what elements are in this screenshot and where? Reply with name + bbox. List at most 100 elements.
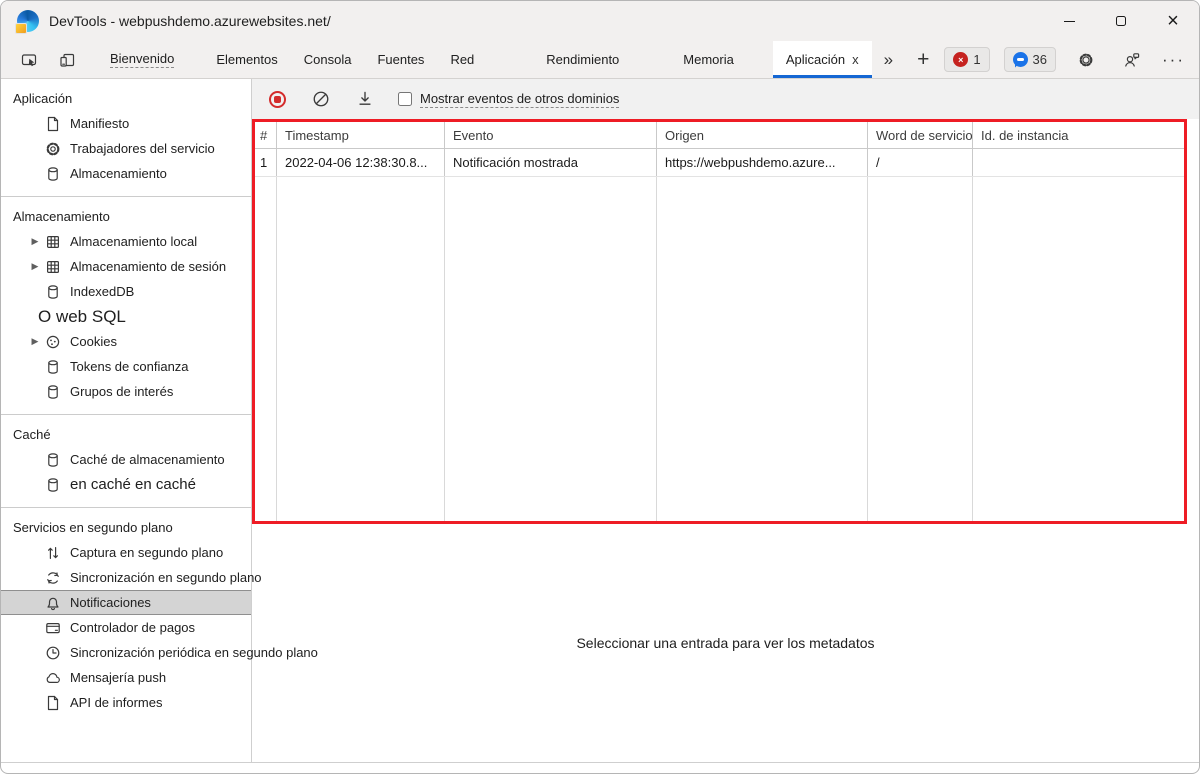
- show-other-domains-checkbox[interactable]: [398, 92, 412, 106]
- sidebar-item-api-de-informes[interactable]: API de informes: [1, 690, 251, 715]
- cell-num: 1: [255, 149, 277, 176]
- sidebar-item-label: Tokens de confianza: [70, 359, 189, 374]
- more-tabs-button[interactable]: »: [876, 41, 901, 78]
- sidebar-item-label: Notificaciones: [70, 595, 151, 610]
- tab-fuentes[interactable]: Fuentes: [364, 41, 437, 78]
- devtools-window: DevTools - webpushdemo.azurewebsites.net…: [0, 0, 1200, 774]
- sidebar-item-notificaciones[interactable]: Notificaciones: [1, 590, 251, 615]
- sidebar-item-almacenamiento-de-sesion[interactable]: ▶ Almacenamiento de sesión: [1, 254, 251, 279]
- record-button[interactable]: [269, 90, 286, 108]
- tab-label: Elementos: [216, 52, 278, 67]
- sidebar-section-servicios-en-segundo-plano: Servicios en segundo plano Captura en se…: [1, 507, 318, 725]
- checkbox-label[interactable]: Mostrar eventos de otros dominios: [420, 91, 620, 108]
- bell-icon: [45, 595, 61, 611]
- sidebar-item-tokens-de-confianza[interactable]: Tokens de confianza: [1, 354, 251, 379]
- cell-evento: Notificación mostrada: [445, 149, 657, 176]
- sidebar-item-label: Manifiesto: [70, 116, 130, 131]
- inspect-element-button[interactable]: [13, 41, 45, 78]
- cell-timestamp: 2022-04-06 12:38:30.8...: [277, 149, 445, 176]
- device-emulation-icon: [60, 53, 75, 67]
- sidebar-item-cookies[interactable]: ▶ Cookies: [1, 329, 251, 354]
- issues-badge[interactable]: 36: [1003, 47, 1057, 72]
- sidebar-item-captura-en-segundo-plano[interactable]: Captura en segundo plano: [1, 540, 251, 565]
- sidebar-section-aplicacion: Aplicación Manifiesto Trabajadores del s…: [1, 79, 251, 196]
- issue-count: 36: [1032, 52, 1048, 67]
- column-header-instance-id[interactable]: Id. de instancia: [973, 122, 1184, 148]
- tab-rendimiento[interactable]: Rendimiento: [533, 41, 632, 78]
- column-header-timestamp[interactable]: Timestamp: [277, 122, 445, 148]
- sidebar-item-cache-de-almacenamiento[interactable]: Caché de almacenamiento: [1, 447, 251, 472]
- empty-col: [445, 177, 657, 521]
- new-panel-button[interactable]: +: [909, 41, 937, 78]
- application-sidebar: Aplicación Manifiesto Trabajadores del s…: [1, 79, 318, 762]
- sidebar-item-manifiesto[interactable]: Manifiesto: [1, 111, 251, 136]
- sidebar-item-label: Trabajadores del servicio: [70, 141, 215, 156]
- settings-button[interactable]: [1070, 52, 1102, 68]
- window-title: DevTools - webpushdemo.azurewebsites.net…: [49, 13, 331, 29]
- tab-label: Rendimiento: [546, 52, 620, 67]
- sidebar-item-controlador-de-pagos[interactable]: Controlador de pagos: [1, 615, 251, 640]
- sidebar-item-label: Grupos de interés: [70, 384, 174, 399]
- sidebar-item-almacenamiento-local[interactable]: ▶ Almacenamiento local: [1, 229, 251, 254]
- table-icon: [45, 259, 61, 275]
- empty-col: [255, 177, 277, 521]
- column-header-num[interactable]: #: [255, 122, 277, 148]
- section-header: Servicios en segundo plano: [13, 519, 173, 535]
- sidebar-item-label: Captura en segundo plano: [70, 545, 224, 560]
- sidebar-item-label: Sincronización periódica en segundo plan…: [70, 645, 318, 660]
- notifications-toolbar: Mostrar eventos de otros dominios: [252, 79, 1199, 119]
- sidebar-item-en-cache-en-cache[interactable]: en caché en caché: [1, 472, 251, 497]
- tab-memoria[interactable]: Memoria: [670, 41, 747, 78]
- gear-icon: [1079, 53, 1093, 66]
- feedback-button[interactable]: [1116, 52, 1148, 68]
- minimize-button[interactable]: [1043, 1, 1095, 41]
- expander-icon[interactable]: ▶: [25, 261, 45, 272]
- device-toolbar-button[interactable]: [51, 41, 83, 78]
- tab-consola[interactable]: Consola: [291, 41, 365, 78]
- empty-selection-message: Seleccionar una entrada para ver los met…: [576, 635, 875, 651]
- devtools-tab-bar: Bienvenido Elementos Consola Fuentes Red…: [1, 41, 1199, 79]
- gear-icon: [45, 141, 61, 157]
- errors-badge[interactable]: × 1: [944, 47, 990, 72]
- sidebar-item-grupos-de-interes[interactable]: Grupos de interés: [1, 379, 251, 404]
- expander-icon[interactable]: ▶: [25, 236, 45, 247]
- tab-label: Memoria: [683, 52, 734, 67]
- window-controls: ×: [1043, 1, 1199, 41]
- more-options-button[interactable]: ···: [1162, 50, 1185, 70]
- cloud-icon: [45, 670, 61, 686]
- expander-icon[interactable]: ▶: [25, 336, 45, 347]
- sidebar-item-label: Mensajería push: [70, 670, 167, 685]
- maximize-button[interactable]: [1095, 1, 1147, 41]
- column-header-service-worker[interactable]: Word de servicio: [868, 122, 973, 148]
- tab-label: Consola: [303, 52, 352, 67]
- sidebar-item-indexeddb[interactable]: IndexedDB: [1, 279, 251, 304]
- cell-instance-id: [973, 149, 1184, 176]
- column-header-origen[interactable]: Origen: [657, 122, 868, 148]
- close-button[interactable]: ×: [1147, 1, 1199, 41]
- event-row[interactable]: 1 2022-04-06 12:38:30.8... Notificación …: [255, 149, 1184, 177]
- sidebar-item-web-sql[interactable]: O web SQL: [1, 304, 251, 329]
- tab-red[interactable]: Red: [437, 41, 487, 78]
- sidebar-item-label: O web SQL: [38, 306, 126, 326]
- clock-icon: [45, 645, 61, 661]
- sidebar-item-label: Almacenamiento: [70, 166, 167, 181]
- sidebar-item-label: IndexedDB: [70, 284, 135, 299]
- tab-elementos[interactable]: Elementos: [203, 41, 290, 78]
- save-events-button[interactable]: [356, 90, 374, 108]
- sidebar-item-mensajeria-push[interactable]: Mensajería push: [1, 665, 251, 690]
- tab-close-icon[interactable]: x: [852, 52, 859, 67]
- tab-aplicacion[interactable]: Aplicación x: [772, 41, 872, 78]
- sidebar-item-sincronizacion-en-segundo-plano[interactable]: Sincronización en segundo plano: [1, 565, 262, 590]
- sidebar-item-trabajadores-del-servicio[interactable]: Trabajadores del servicio: [1, 136, 251, 161]
- edge-devtools-logo-icon: [15, 10, 39, 34]
- double-chevron-icon: »: [883, 49, 894, 69]
- document-icon: [45, 116, 61, 132]
- sidebar-item-sincronizacion-periodica[interactable]: Sincronización periódica en segundo plan…: [1, 640, 318, 665]
- sidebar-section-almacenamiento: Almacenamiento ▶ Almacenamiento local ▶ …: [1, 196, 251, 414]
- sync-icon: [45, 570, 61, 586]
- clear-button[interactable]: [312, 90, 330, 108]
- column-header-evento[interactable]: Evento: [445, 122, 657, 148]
- tab-bienvenido[interactable]: Bienvenido: [97, 41, 187, 78]
- maximize-icon: [1116, 16, 1126, 26]
- sidebar-item-almacenamiento[interactable]: Almacenamiento: [1, 161, 251, 186]
